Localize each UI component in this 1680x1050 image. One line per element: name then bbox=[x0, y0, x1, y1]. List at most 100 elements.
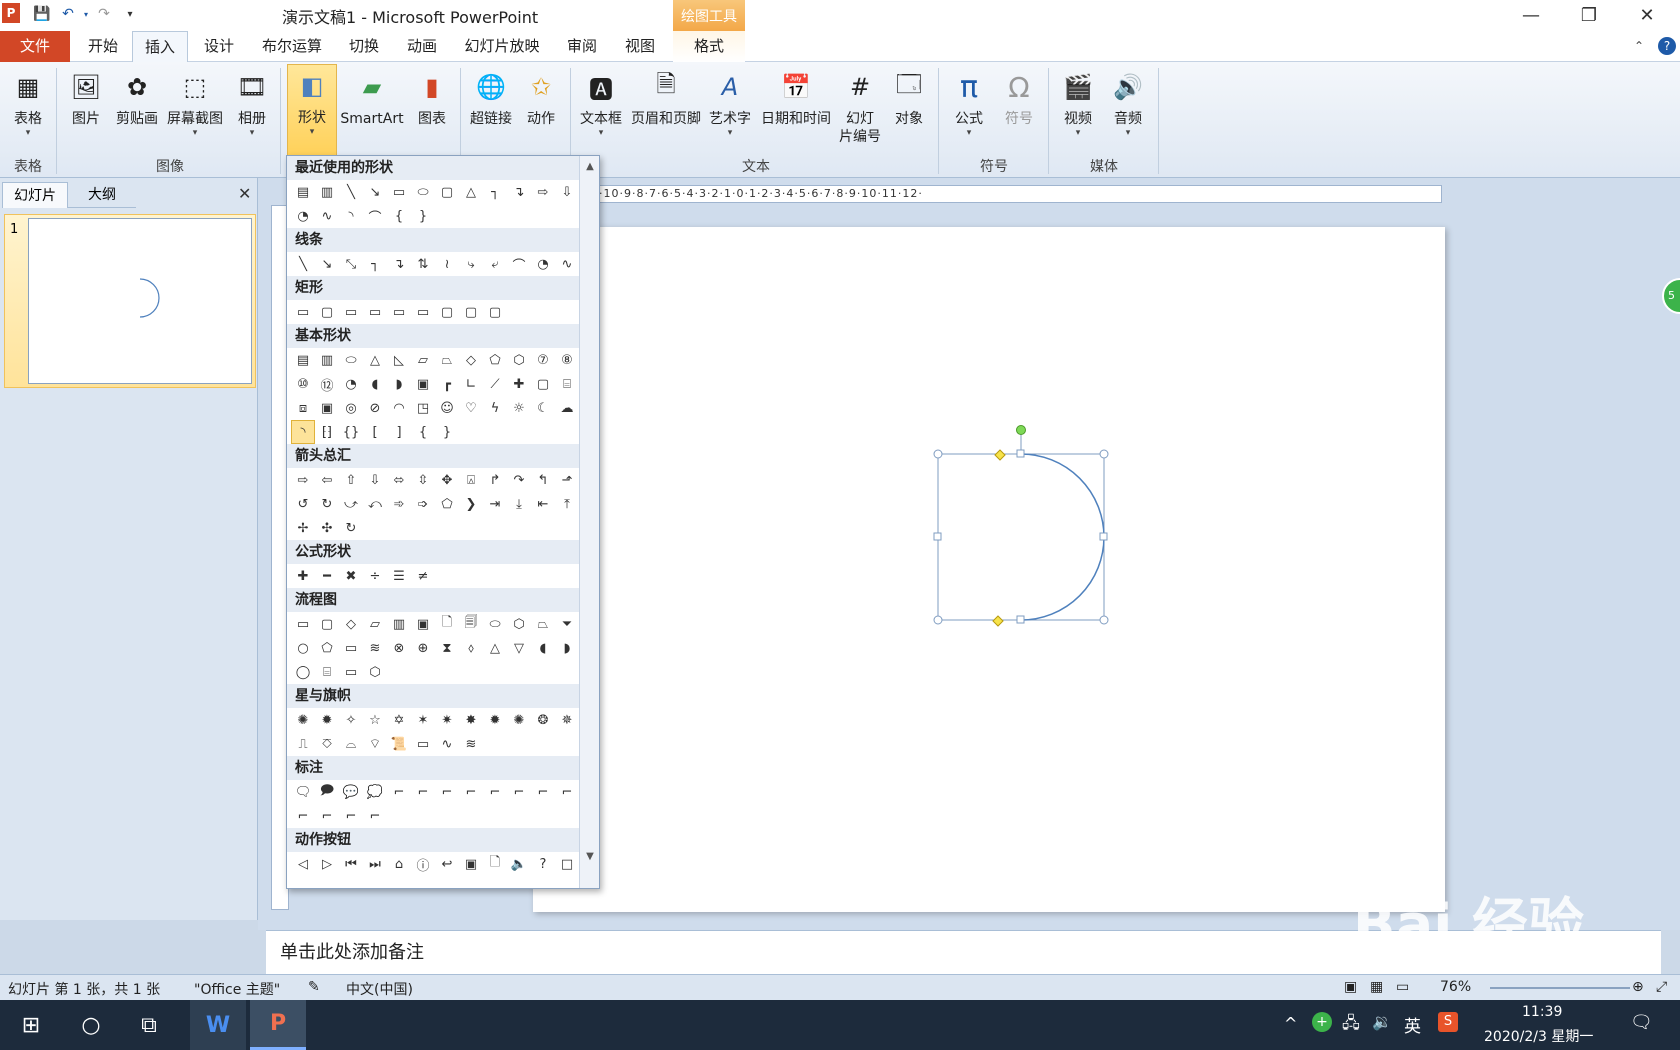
shape-folded-corner[interactable]: ◳ bbox=[411, 396, 435, 420]
shape-divide[interactable]: ÷ bbox=[363, 564, 387, 588]
shape-bent-arrow[interactable]: ↱ bbox=[483, 468, 507, 492]
shape-quad-arrow-callout[interactable]: ✣ bbox=[315, 516, 339, 540]
shape-16-point-star[interactable]: ✺ bbox=[507, 708, 531, 732]
video-button[interactable]: 🎬 视频 ▾ bbox=[1054, 66, 1102, 154]
tray-plus-icon[interactable]: + bbox=[1312, 1012, 1332, 1032]
shape-curved-down-arrow[interactable]: ⤺ bbox=[363, 492, 387, 516]
shape-flowchart-manual-operation[interactable]: ⏷ bbox=[555, 612, 579, 636]
shape-5-point-star[interactable]: ☆ bbox=[363, 708, 387, 732]
shape-action-back[interactable]: ◁ bbox=[291, 852, 315, 876]
zoom-slider[interactable] bbox=[1490, 987, 1630, 989]
shape-snip-diagonal-rectangle[interactable]: ▭ bbox=[387, 300, 411, 324]
shapes-button[interactable]: ◧ 形状 ▾ bbox=[287, 64, 337, 156]
object-button[interactable]: 🗔 对象 bbox=[886, 66, 932, 154]
shape-double-wave[interactable]: ≋ bbox=[459, 732, 483, 756]
shape-flowchart-summing-junction[interactable]: ⊗ bbox=[387, 636, 411, 660]
resize-handle[interactable] bbox=[1016, 615, 1025, 624]
shape-rounded-rectangular-callout[interactable]: 🗩 bbox=[315, 780, 339, 804]
shape-right-brace[interactable]: } bbox=[435, 420, 459, 444]
shape-double-brace[interactable]: {} bbox=[339, 420, 363, 444]
shape-circular-arrow[interactable]: ↻ bbox=[339, 516, 363, 540]
shape-rectangle[interactable]: ▭ bbox=[291, 300, 315, 324]
shape-textbox[interactable]: ▤ bbox=[291, 348, 315, 372]
shape-action-return[interactable]: ↩ bbox=[435, 852, 459, 876]
picture-button[interactable]: 🖼 图片 bbox=[62, 66, 110, 154]
shape-action-movie[interactable]: ▣ bbox=[459, 852, 483, 876]
shape-flowchart-direct-access-storage[interactable]: ▭ bbox=[339, 660, 363, 684]
shape-triangle[interactable]: △ bbox=[459, 180, 483, 204]
shape-right-arrow-callout[interactable]: ⇥ bbox=[483, 492, 507, 516]
shape-arrow-line[interactable]: ↘ bbox=[363, 180, 387, 204]
shape-action-custom[interactable]: □ bbox=[555, 852, 579, 876]
shape-u-turn-arrow[interactable]: ↷ bbox=[507, 468, 531, 492]
shape-action-home[interactable]: ⌂ bbox=[387, 852, 411, 876]
shape-left-brace[interactable]: { bbox=[411, 420, 435, 444]
screenshot-button[interactable]: ⬚ 屏幕截图 ▾ bbox=[164, 66, 226, 154]
resize-handle[interactable] bbox=[1099, 532, 1108, 541]
shape-decagon[interactable]: ⑩ bbox=[291, 372, 315, 396]
shape-left-up-arrow[interactable]: ↰ bbox=[531, 468, 555, 492]
shape-l-shape[interactable]: ∟ bbox=[459, 372, 483, 396]
shape-line-callout-2-no-border[interactable]: ⌐ bbox=[555, 780, 579, 804]
language-status[interactable]: 中文(中国) bbox=[346, 979, 413, 999]
shape-flowchart-manual-input[interactable]: ⏢ bbox=[531, 612, 555, 636]
shape-cloud[interactable]: ☁ bbox=[555, 396, 579, 420]
shape-rectangular-callout[interactable]: 🗨 bbox=[291, 780, 315, 804]
shape-left-bracket[interactable]: [ bbox=[363, 420, 387, 444]
shape-line-callout-2-border-accent[interactable]: ⌐ bbox=[339, 804, 363, 828]
album-button[interactable]: 🎞 相册 ▾ bbox=[230, 66, 274, 154]
tab-outline[interactable]: 大纲 bbox=[68, 182, 136, 208]
shape-line-callout-3-no-border[interactable]: ⌐ bbox=[291, 804, 315, 828]
shape-left-right-up-arrow[interactable]: ⍓ bbox=[459, 468, 483, 492]
shape-flowchart-delay[interactable]: ◗ bbox=[555, 636, 579, 660]
close-button[interactable]: ✕ bbox=[1624, 0, 1670, 31]
shape-vertical-textbox[interactable]: ▥ bbox=[315, 180, 339, 204]
shape-flowchart-or[interactable]: ⊕ bbox=[411, 636, 435, 660]
shape-plus[interactable]: ✚ bbox=[291, 564, 315, 588]
shape-left-brace[interactable]: { bbox=[387, 204, 411, 228]
shape-line-callout-3[interactable]: ⌐ bbox=[435, 780, 459, 804]
shape-right-arrow[interactable]: ⇨ bbox=[531, 180, 555, 204]
task-view-icon[interactable]: ⧉ bbox=[124, 1000, 174, 1050]
shape-curved-left-arrow[interactable]: ↻ bbox=[315, 492, 339, 516]
notification-icon[interactable]: 🗨 bbox=[1630, 1012, 1653, 1033]
shape-vertical-textbox[interactable]: ▥ bbox=[315, 348, 339, 372]
resize-handle[interactable] bbox=[933, 615, 943, 625]
shape-flowchart-offpage-connector[interactable]: ⬠ bbox=[315, 636, 339, 660]
shape-snip-corner-rectangle[interactable]: ▭ bbox=[339, 300, 363, 324]
shape-flowchart-sort[interactable]: ⬨ bbox=[459, 636, 483, 660]
powerpoint-app-icon[interactable]: P bbox=[2, 3, 20, 23]
shape-round-corner-rectangle[interactable]: ▢ bbox=[435, 300, 459, 324]
shape-heptagon[interactable]: ⑦ bbox=[531, 348, 555, 372]
equation-button[interactable]: π 公式 ▾ bbox=[944, 66, 994, 154]
shape-flowchart-stored-data[interactable]: ◖ bbox=[531, 636, 555, 660]
shape-no-symbol[interactable]: ⊘ bbox=[363, 396, 387, 420]
datetime-button[interactable]: 📅 日期和时间 bbox=[758, 66, 834, 154]
action-button[interactable]: ✩ 动作 bbox=[518, 66, 564, 154]
shape-dodecagon[interactable]: ⑫ bbox=[315, 372, 339, 396]
shape-curve[interactable]: ⌒ bbox=[507, 252, 531, 276]
shape-frame[interactable]: ▣ bbox=[411, 372, 435, 396]
network-icon[interactable]: 🖧 bbox=[1342, 1012, 1360, 1039]
shape-left-right-arrow-callout[interactable]: ✢ bbox=[291, 516, 315, 540]
shape-striped-right-arrow[interactable]: ➾ bbox=[387, 492, 411, 516]
shape-diagonal-stripe[interactable]: ⟋ bbox=[483, 372, 507, 396]
shape-flowchart-sequential-storage[interactable]: ◯ bbox=[291, 660, 315, 684]
shape-curved-right-arrow[interactable]: ↺ bbox=[291, 492, 315, 516]
theme-status[interactable]: "Office 主题" bbox=[194, 979, 280, 999]
shape-32-point-star[interactable]: ✵ bbox=[555, 708, 579, 732]
shape-left-arrow-callout[interactable]: ⇤ bbox=[531, 492, 555, 516]
rotation-handle[interactable] bbox=[1016, 425, 1026, 435]
powerpoint-taskbar-icon[interactable]: P bbox=[250, 1000, 306, 1050]
shape-curved-up-arrow[interactable]: ⤻ bbox=[339, 492, 363, 516]
shape-bevel[interactable]: ▣ bbox=[315, 396, 339, 420]
file-tab[interactable]: 文件 bbox=[0, 31, 70, 62]
scroll-up-icon[interactable]: ▲ bbox=[580, 156, 600, 176]
resize-handle[interactable] bbox=[1099, 449, 1109, 459]
shape-right-brace[interactable]: } bbox=[411, 204, 435, 228]
header-footer-button[interactable]: 🗎 页眉和页脚 bbox=[628, 66, 704, 154]
minimize-button[interactable]: — bbox=[1508, 0, 1554, 31]
shape-flowchart-preparation[interactable]: ⬡ bbox=[507, 612, 531, 636]
smartart-button[interactable]: ▰ SmartArt bbox=[338, 66, 406, 154]
shape-flowchart-extract[interactable]: △ bbox=[483, 636, 507, 660]
